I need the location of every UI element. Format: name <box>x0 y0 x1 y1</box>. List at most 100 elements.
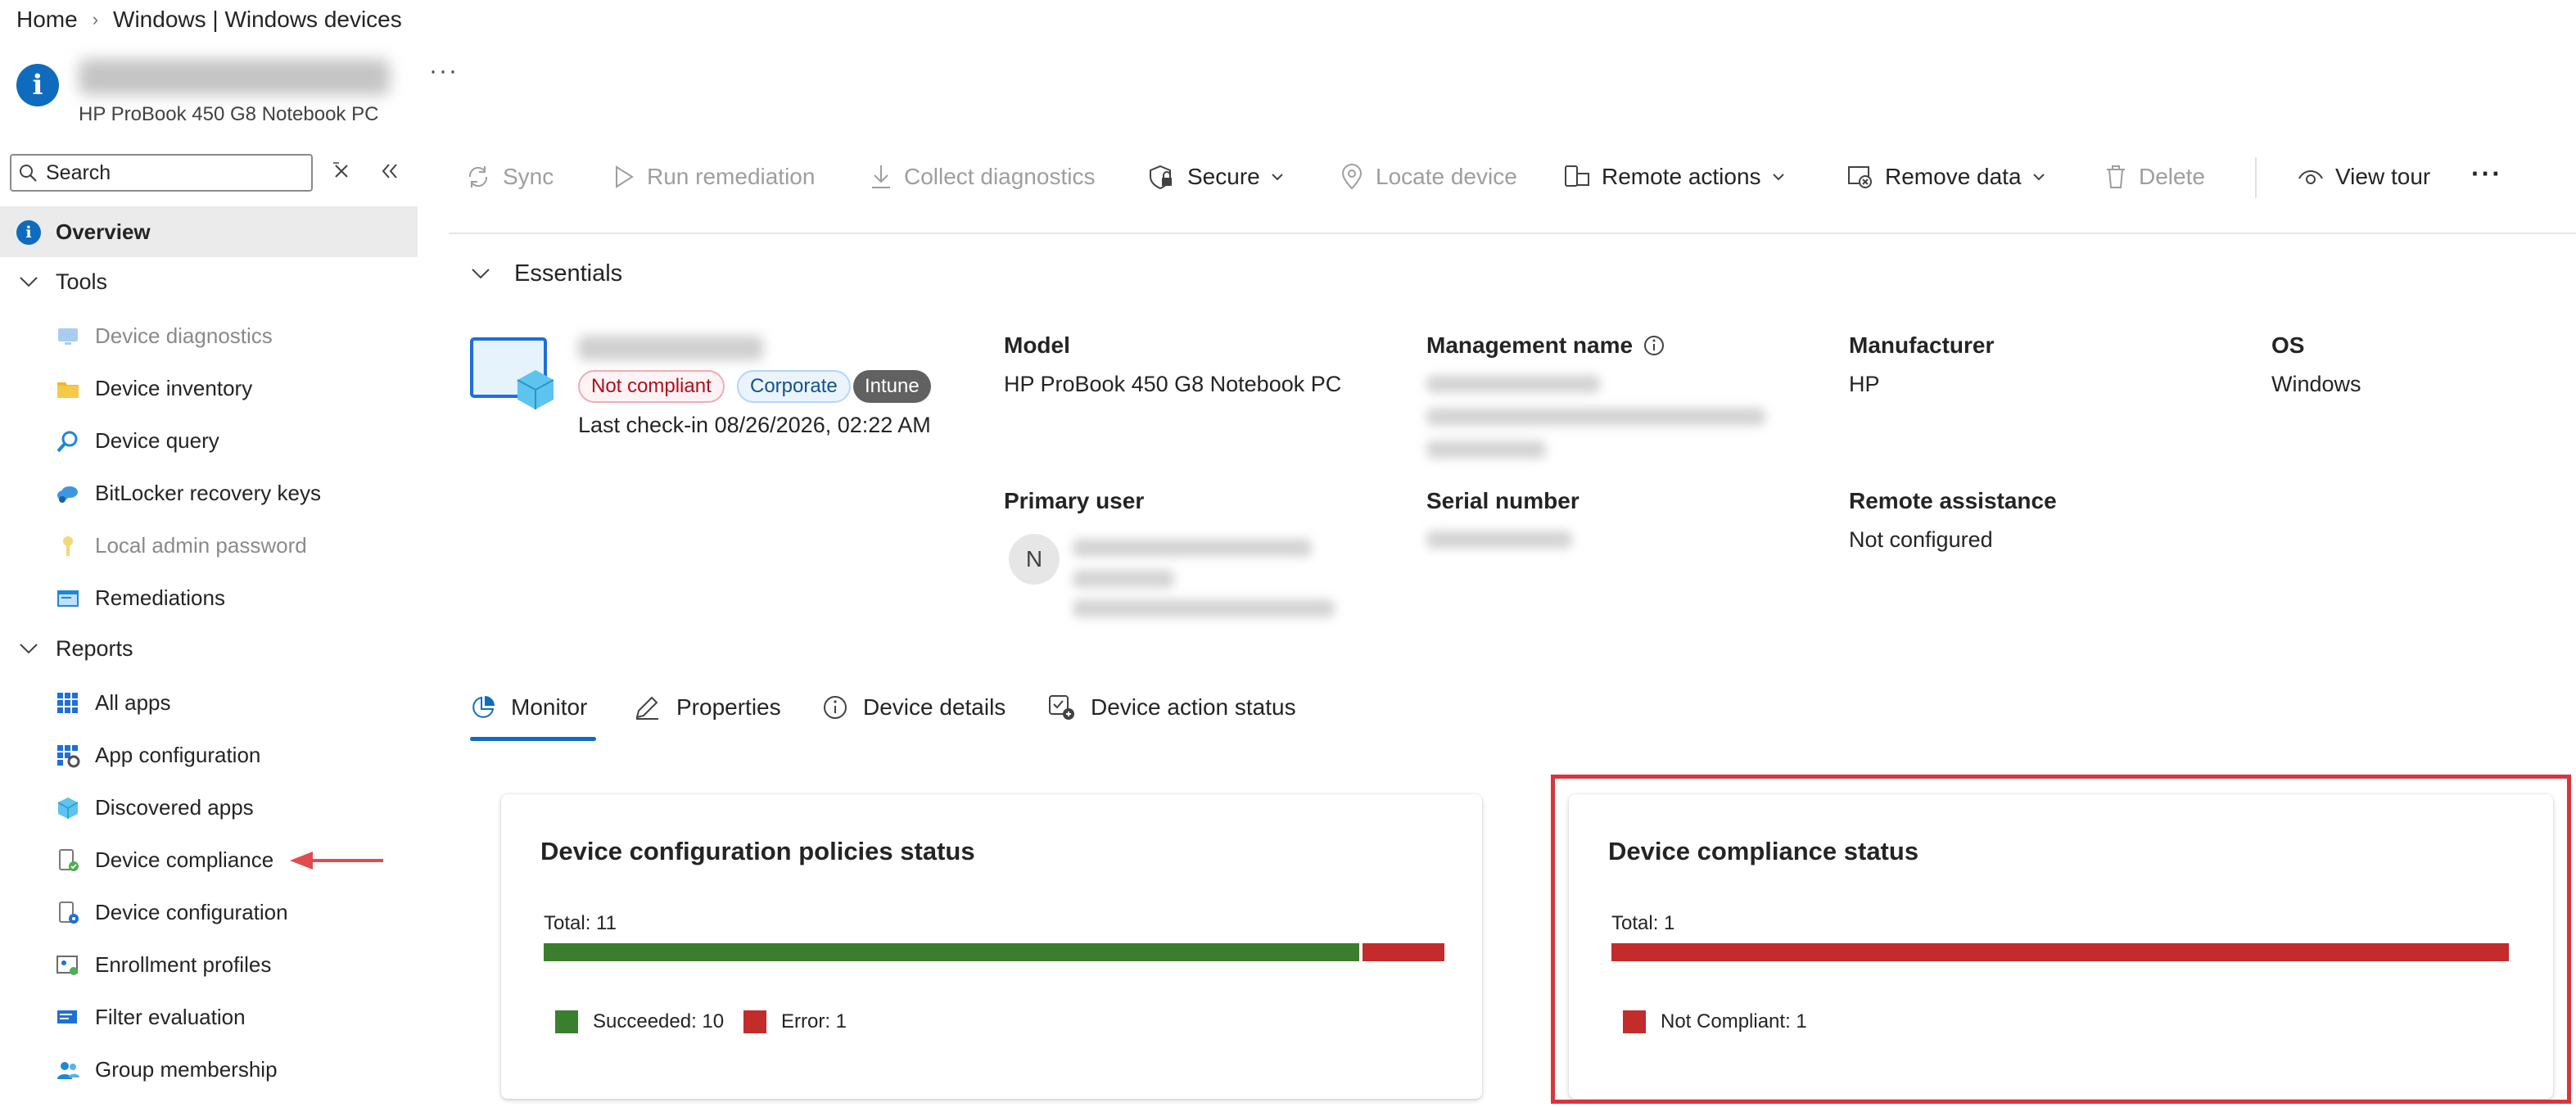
device-name-redacted <box>578 336 763 360</box>
model-label: Model <box>1004 332 1070 358</box>
sidebar-item-local-admin-password[interactable]: Local admin password <box>0 520 418 571</box>
sync-label: Sync <box>503 164 554 189</box>
breadcrumb-windows-devices-link[interactable]: Windows | Windows devices <box>113 7 402 33</box>
bar-segment-error[interactable] <box>1363 943 1444 961</box>
sidebar-item-overview[interactable]: i Overview <box>0 206 418 257</box>
cloud-key-icon <box>57 486 78 503</box>
sidebar-item-filter-evaluation[interactable]: Filter evaluation <box>0 992 418 1042</box>
tab-device-details[interactable]: Device details <box>822 686 1006 729</box>
delete-button[interactable]: Delete <box>2104 159 2205 195</box>
toolbar-divider <box>2255 157 2257 198</box>
collapse-sidebar-icon[interactable] <box>378 160 401 182</box>
view-tour-button[interactable]: View tour <box>2298 159 2430 195</box>
remove-data-label: Remove data <box>1885 164 2022 189</box>
sidebar-search[interactable] <box>10 154 313 192</box>
remote-actions-dropdown-button[interactable]: Remote actions <box>1564 159 1786 195</box>
model-value: HP ProBook 450 G8 Notebook PC <box>1004 372 1342 396</box>
run-remediation-label: Run remediation <box>647 164 816 189</box>
primary-user-redacted <box>1073 570 1174 588</box>
sidebar-item-group-membership[interactable]: Group membership <box>0 1044 418 1095</box>
header-more-button[interactable]: ··· <box>429 57 459 85</box>
os-value: Windows <box>2271 372 2361 396</box>
remote-devices-icon <box>1565 165 1589 187</box>
secure-label: Secure <box>1187 164 1260 189</box>
sidebar-item-device-diagnostics[interactable]: Device diagnostics <box>0 310 418 361</box>
tab-device-action-status[interactable]: Device action status <box>1048 686 1296 729</box>
legend-item-error: Error: 1 <box>743 1010 847 1033</box>
management-name-redacted <box>1426 441 1546 459</box>
management-name-redacted <box>1426 375 1600 393</box>
tab-label: Properties <box>676 694 781 720</box>
device-model-subtitle: HP ProBook 450 G8 Notebook PC <box>79 103 379 125</box>
collect-diagnostics-button[interactable]: Collect diagnostics <box>870 159 1095 195</box>
device-configuration-status-card[interactable]: Device configuration policies status Tot… <box>501 794 1482 1099</box>
management-name-field: Management name <box>1426 332 1665 359</box>
sidebar-group-label: Tools <box>56 269 108 294</box>
active-tab-indicator <box>470 737 596 741</box>
tab-label: Monitor <box>511 694 588 720</box>
download-icon <box>872 165 890 188</box>
secure-dropdown-button[interactable]: Secure <box>1148 159 1285 195</box>
device-action-status-icon <box>1049 695 1074 720</box>
breadcrumb-home-link[interactable]: Home <box>16 7 78 33</box>
toolbar-more-button[interactable]: ··· <box>2471 159 2502 189</box>
run-remediation-button[interactable]: Run remediation <box>612 159 815 195</box>
chevron-down-icon <box>472 269 490 279</box>
sidebar-item-enrollment-profiles[interactable]: Enrollment profiles <box>0 939 418 990</box>
card-total: Total: 11 <box>544 912 617 934</box>
sync-icon <box>468 166 488 188</box>
sidebar-item-label: Discovered apps <box>95 794 254 820</box>
tab-label: Device details <box>863 694 1006 720</box>
chevron-down-icon <box>20 277 38 287</box>
sync-button[interactable]: Sync <box>465 159 554 195</box>
users-group-icon <box>57 1062 79 1079</box>
sidebar-item-device-query[interactable]: Device query <box>0 415 418 466</box>
bar-segment-succeeded[interactable] <box>544 943 1359 961</box>
key-icon <box>63 536 73 556</box>
sidebar-item-label: Overview <box>56 219 151 244</box>
sidebar-item-device-inventory[interactable]: Device inventory <box>0 363 418 413</box>
manufacturer-label: Manufacturer <box>1849 332 1995 358</box>
primary-user-redacted[interactable] <box>1073 539 1312 557</box>
sidebar-item-device-configuration[interactable]: Device configuration <box>0 887 418 938</box>
sidebar-item-remediations[interactable]: Remediations <box>0 572 418 623</box>
essentials-toggle[interactable]: Essentials <box>470 257 622 290</box>
search-icon <box>20 165 37 182</box>
sidebar-item-bitlocker-recovery-keys[interactable]: BitLocker recovery keys <box>0 468 418 518</box>
os-label: OS <box>2271 332 2305 358</box>
legend-swatch-green <box>555 1010 578 1033</box>
info-icon[interactable] <box>1643 334 1665 357</box>
tab-monitor[interactable]: Monitor <box>470 686 587 729</box>
play-icon <box>616 165 634 188</box>
locate-device-label: Locate device <box>1376 164 1517 189</box>
sidebar-item-discovered-apps[interactable]: Discovered apps <box>0 782 418 833</box>
legend-label: Error: 1 <box>781 1010 847 1032</box>
sidebar-group-reports[interactable]: Reports <box>0 624 418 673</box>
ownership-badge: Corporate <box>737 370 851 403</box>
sidebar-item-label: BitLocker recovery keys <box>95 480 321 505</box>
last-checkin-text: Last check-in 08/26/2026, 02:22 AM <box>578 413 931 437</box>
clear-filter-icon[interactable] <box>331 160 352 182</box>
tab-properties[interactable]: Properties <box>634 686 781 729</box>
legend-item-succeeded: Succeeded: 10 <box>555 1010 724 1033</box>
sidebar-group-tools[interactable]: Tools <box>0 257 418 306</box>
sidebar-item-label: App configuration <box>95 742 261 767</box>
enrollment-profile-icon <box>56 956 78 975</box>
sidebar-item-label: All apps <box>95 689 171 715</box>
sidebar-item-all-apps[interactable]: All apps <box>0 677 418 728</box>
sidebar-item-label: Remediations <box>95 585 225 610</box>
management-agent-badge: Intune <box>853 370 931 403</box>
sidebar-item-app-configuration[interactable]: App configuration <box>0 730 418 780</box>
script-window-icon <box>57 590 79 607</box>
search-input[interactable] <box>44 160 293 186</box>
remove-data-dropdown-button[interactable]: Remove data <box>1847 159 2046 195</box>
edit-icon <box>635 696 658 720</box>
info-icon <box>824 696 847 719</box>
legend-label: Succeeded: 10 <box>593 1010 725 1032</box>
locate-device-button[interactable]: Locate device <box>1340 159 1517 195</box>
device-name-redacted <box>79 59 390 95</box>
sidebar-item-label: Device query <box>95 427 219 453</box>
sidebar-item-label: Device compliance <box>95 847 274 872</box>
apps-gear-icon <box>57 745 80 768</box>
sidebar-item-label: Device configuration <box>95 899 288 924</box>
